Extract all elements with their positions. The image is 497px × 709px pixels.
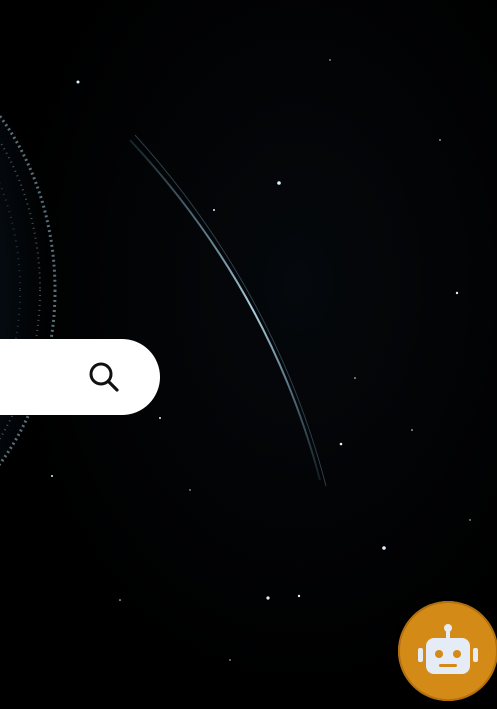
search-icon[interactable] <box>86 359 122 395</box>
chatbot-button[interactable] <box>398 601 497 701</box>
robot-icon <box>418 624 478 674</box>
space-background <box>0 0 497 709</box>
search-input[interactable] <box>0 339 94 417</box>
search-bar[interactable] <box>0 339 160 417</box>
